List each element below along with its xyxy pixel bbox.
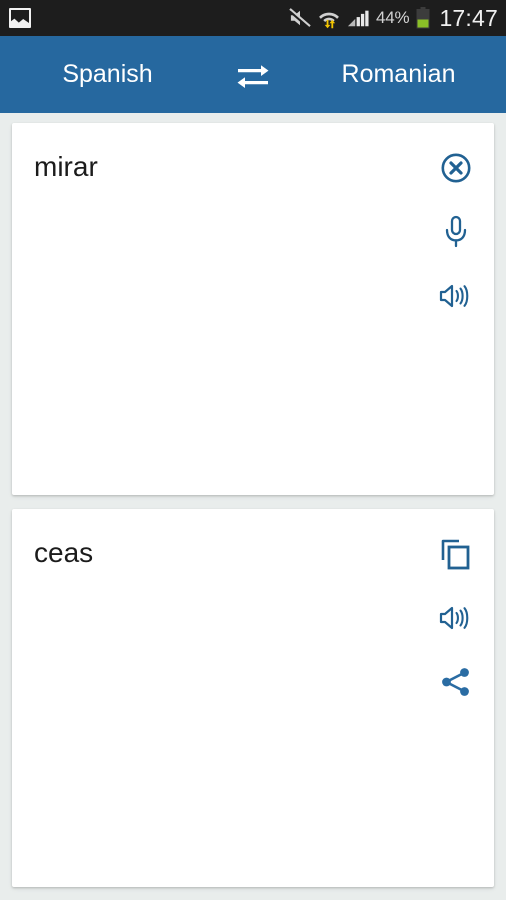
close-circle-icon xyxy=(441,153,471,183)
swap-horizontal-icon xyxy=(237,64,269,88)
voice-input-button[interactable] xyxy=(433,209,479,255)
status-bar-clock: 17:47 xyxy=(439,4,498,31)
target-text[interactable]: ceas xyxy=(34,535,418,570)
cellular-signal-icon xyxy=(347,10,369,27)
speak-target-button[interactable] xyxy=(433,595,479,641)
target-text-card: ceas xyxy=(12,509,494,887)
copy-icon xyxy=(441,539,470,570)
share-icon xyxy=(442,668,469,696)
share-button[interactable] xyxy=(433,659,479,705)
clear-button[interactable] xyxy=(433,145,479,191)
language-header: Spanish Romanian xyxy=(0,36,506,113)
target-text-area[interactable]: ceas xyxy=(12,509,418,887)
speaker-icon xyxy=(439,284,469,308)
copy-button[interactable] xyxy=(433,531,479,577)
status-bar-left xyxy=(9,8,31,28)
translation-panels: mirar ceas xyxy=(0,113,506,899)
speaker-icon xyxy=(439,606,469,630)
wifi-transfer-icon xyxy=(319,12,339,29)
target-action-column xyxy=(418,509,494,887)
source-action-column xyxy=(418,123,494,495)
battery-percent-label: 44% xyxy=(376,8,410,27)
status-bar: 44% 17:47 xyxy=(0,0,506,36)
source-language-button[interactable]: Spanish xyxy=(0,36,215,113)
gallery-image-icon xyxy=(9,8,31,28)
status-bar-right: 44% 17:47 xyxy=(289,5,498,32)
volume-mute-icon xyxy=(289,8,311,28)
microphone-icon xyxy=(445,215,467,248)
battery-icon xyxy=(416,7,430,29)
source-text-area[interactable]: mirar xyxy=(12,123,418,495)
target-language-button[interactable]: Romanian xyxy=(291,36,506,113)
swap-languages-button[interactable] xyxy=(215,36,291,113)
source-text-card: mirar xyxy=(12,123,494,495)
speak-source-button[interactable] xyxy=(433,273,479,319)
source-text[interactable]: mirar xyxy=(34,149,418,184)
